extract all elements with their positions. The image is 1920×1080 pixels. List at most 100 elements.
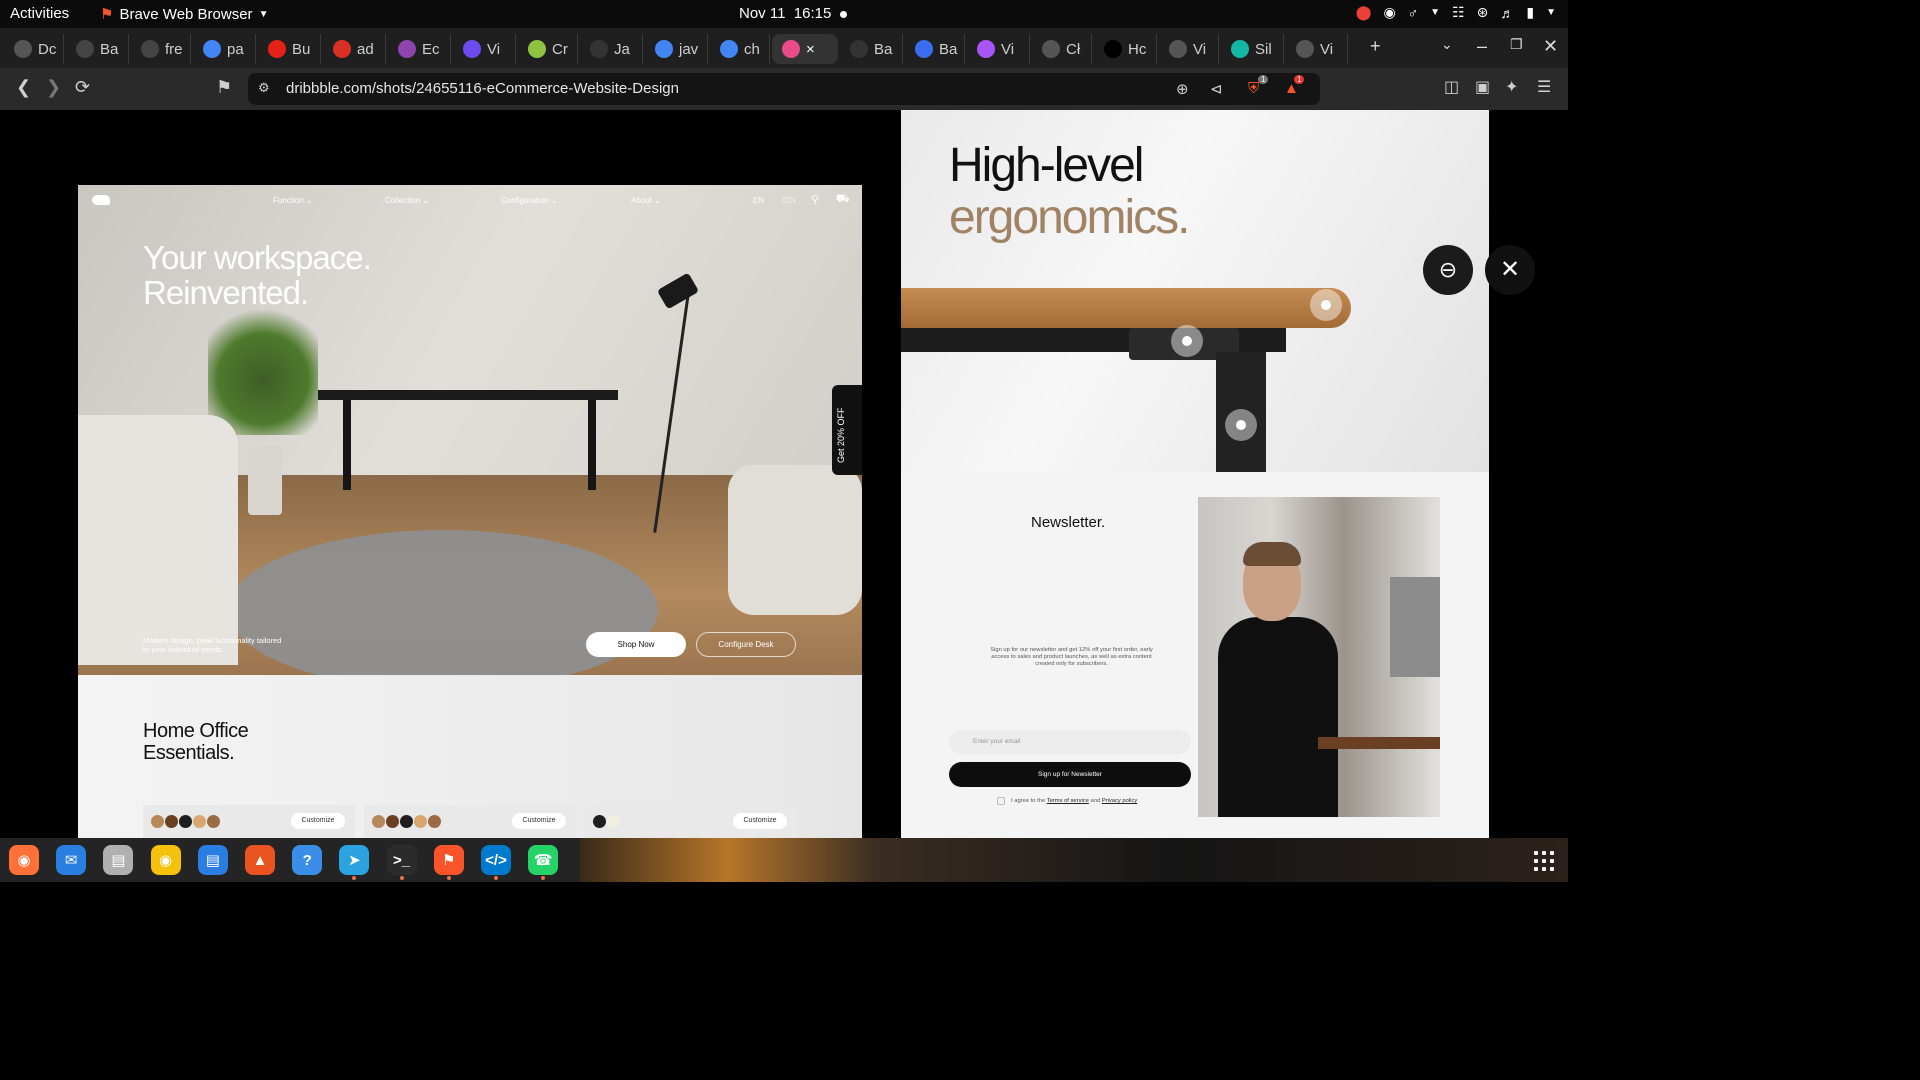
nav-configuration[interactable]: Configuration ⌄: [501, 196, 558, 205]
chrome-indicator-icon[interactable]: ⬤: [1356, 4, 1372, 21]
battery-icon[interactable]: ▮: [1526, 4, 1534, 21]
swatch-walnut[interactable]: [386, 815, 399, 828]
shop-now-button[interactable]: Shop Now: [586, 632, 686, 657]
search-icon[interactable]: ⚲: [811, 193, 819, 206]
agree-checkbox[interactable]: [997, 797, 1005, 805]
lang-en[interactable]: EN: [753, 196, 764, 205]
back-icon[interactable]: ❮: [16, 77, 31, 98]
browser-tab[interactable]: pa: [193, 34, 256, 64]
activities-button[interactable]: Activities: [10, 5, 69, 22]
nav-about[interactable]: About ⌄: [631, 196, 661, 205]
customize-button[interactable]: Customize: [291, 813, 345, 829]
whatsapp-icon[interactable]: ☎: [528, 845, 559, 880]
browser-tab[interactable]: Bu: [258, 34, 321, 64]
browser-tab[interactable]: Vi: [1159, 34, 1219, 64]
product-card[interactable]: Customize: [585, 805, 797, 838]
app-center-icon[interactable]: ▲: [245, 845, 275, 875]
product-card[interactable]: Customize: [143, 805, 355, 838]
firefox-icon[interactable]: ◉: [9, 845, 39, 875]
browser-tab[interactable]: Vi: [1286, 34, 1348, 64]
maximize-icon[interactable]: ❐: [1510, 36, 1523, 53]
bookmark-icon[interactable]: ⚑: [216, 77, 232, 98]
nav-collection[interactable]: Collection ⌄: [385, 196, 429, 205]
site-settings-icon[interactable]: ⚙: [258, 80, 270, 96]
customize-button[interactable]: Customize: [512, 813, 566, 829]
promo-tab[interactable]: Get 20% OFF: [832, 385, 862, 475]
swatch-oak[interactable]: [151, 815, 164, 828]
browser-tab[interactable]: Dc: [4, 34, 64, 64]
files-icon[interactable]: ▤: [103, 845, 134, 875]
url-text[interactable]: dribbble.com/shots/24655116-eCommerce-We…: [286, 80, 679, 97]
volume-icon[interactable]: ♬: [1500, 5, 1514, 21]
menu-icon[interactable]: ☰: [1537, 77, 1551, 97]
accessibility-icon[interactable]: ♂: [1408, 5, 1419, 21]
browser-tab[interactable]: Vi: [453, 34, 516, 64]
customize-button[interactable]: Customize: [733, 813, 787, 829]
site-logo[interactable]: [92, 195, 110, 205]
browser-tab[interactable]: ch: [710, 34, 770, 64]
system-tray[interactable]: ⬤ ◉ ♂ ▼ ☷ ⊛ ♬ ▮ ▼: [1356, 4, 1556, 21]
email-field[interactable]: Enter your email: [949, 730, 1191, 754]
browser-tab[interactable]: Ja: [580, 34, 643, 64]
leo-ai-icon[interactable]: ✦: [1505, 77, 1518, 97]
minimize-icon[interactable]: –: [1477, 36, 1487, 57]
zoom-icon[interactable]: ⊕: [1176, 80, 1189, 98]
telegram-icon[interactable]: ➤: [339, 845, 370, 880]
hotspot-marker[interactable]: [1225, 409, 1257, 441]
rhythmbox-icon[interactable]: ◉: [150, 845, 181, 875]
configure-desk-button[interactable]: Configure Desk: [696, 632, 796, 657]
thunderbird-icon[interactable]: ✉: [56, 845, 87, 875]
nav-function[interactable]: Function ⌄: [273, 196, 313, 205]
swatch-black[interactable]: [593, 815, 606, 828]
browser-tab[interactable]: Ba: [905, 34, 965, 64]
lang-idn[interactable]: IDN: [782, 196, 796, 205]
lightbox-close-icon[interactable]: ✕: [1485, 245, 1535, 295]
product-card[interactable]: Customize: [364, 805, 576, 838]
swatch-walnut[interactable]: [165, 815, 178, 828]
brave-icon[interactable]: ⚑: [433, 845, 464, 880]
swatch-black[interactable]: [400, 815, 413, 828]
browser-tab[interactable]: Sil: [1221, 34, 1284, 64]
privacy-link[interactable]: Privacy policy: [1102, 798, 1137, 804]
swatch-oak[interactable]: [372, 815, 385, 828]
wifi-icon[interactable]: ☷: [1452, 4, 1465, 21]
vscode-icon[interactable]: </>: [481, 845, 511, 880]
discord-icon[interactable]: ◉: [1383, 4, 1395, 21]
browser-tab[interactable]: Vi: [967, 34, 1030, 64]
swatch-teak[interactable]: [207, 815, 220, 828]
browser-tab[interactable]: ×: [772, 34, 838, 64]
help-icon[interactable]: ?: [292, 845, 323, 875]
address-bar[interactable]: ⚙ dribbble.com/shots/24655116-eCommerce-…: [248, 73, 1320, 105]
swatch-white[interactable]: [607, 815, 620, 828]
swatch-maple[interactable]: [414, 815, 427, 828]
clock[interactable]: Nov 11 16:15: [739, 5, 831, 22]
swatch-maple[interactable]: [193, 815, 206, 828]
browser-tab[interactable]: Ba: [840, 34, 903, 64]
browser-tab[interactable]: Ba: [66, 34, 129, 64]
wallet-icon[interactable]: ▣: [1475, 77, 1490, 97]
cart-icon[interactable]: ⛟: [836, 193, 850, 207]
newsletter-signup-button[interactable]: Sign up for Newsletter: [949, 762, 1191, 787]
browser-tab[interactable]: fre: [131, 34, 191, 64]
brave-shields-icon[interactable]: ⛨: [1248, 80, 1259, 97]
show-apps-icon[interactable]: [1534, 851, 1554, 871]
browser-tab[interactable]: ad: [323, 34, 386, 64]
swatch-teak[interactable]: [428, 815, 441, 828]
browser-tab[interactable]: Hc: [1094, 34, 1157, 64]
hotspot-marker[interactable]: [1171, 325, 1203, 357]
zoom-out-icon[interactable]: ⊖: [1423, 245, 1473, 295]
window-close-icon[interactable]: ✕: [1543, 36, 1558, 57]
bluetooth-icon[interactable]: ⊛: [1477, 4, 1489, 21]
hotspot-marker[interactable]: [1310, 289, 1342, 321]
browser-tab[interactable]: Cr: [518, 34, 578, 64]
terms-link[interactable]: Terms of service: [1047, 798, 1089, 804]
new-tab-icon[interactable]: +: [1370, 36, 1381, 57]
tab-close-icon[interactable]: ×: [806, 41, 815, 58]
browser-tab[interactable]: Cł: [1032, 34, 1092, 64]
browser-tab[interactable]: jav: [645, 34, 708, 64]
reload-icon[interactable]: ⟳: [75, 77, 90, 98]
forward-icon[interactable]: ❯: [46, 77, 61, 98]
swatch-black[interactable]: [179, 815, 192, 828]
app-menu[interactable]: ⚑ Brave Web Browser ▼: [100, 5, 268, 24]
terminal-icon[interactable]: >_: [386, 845, 417, 880]
